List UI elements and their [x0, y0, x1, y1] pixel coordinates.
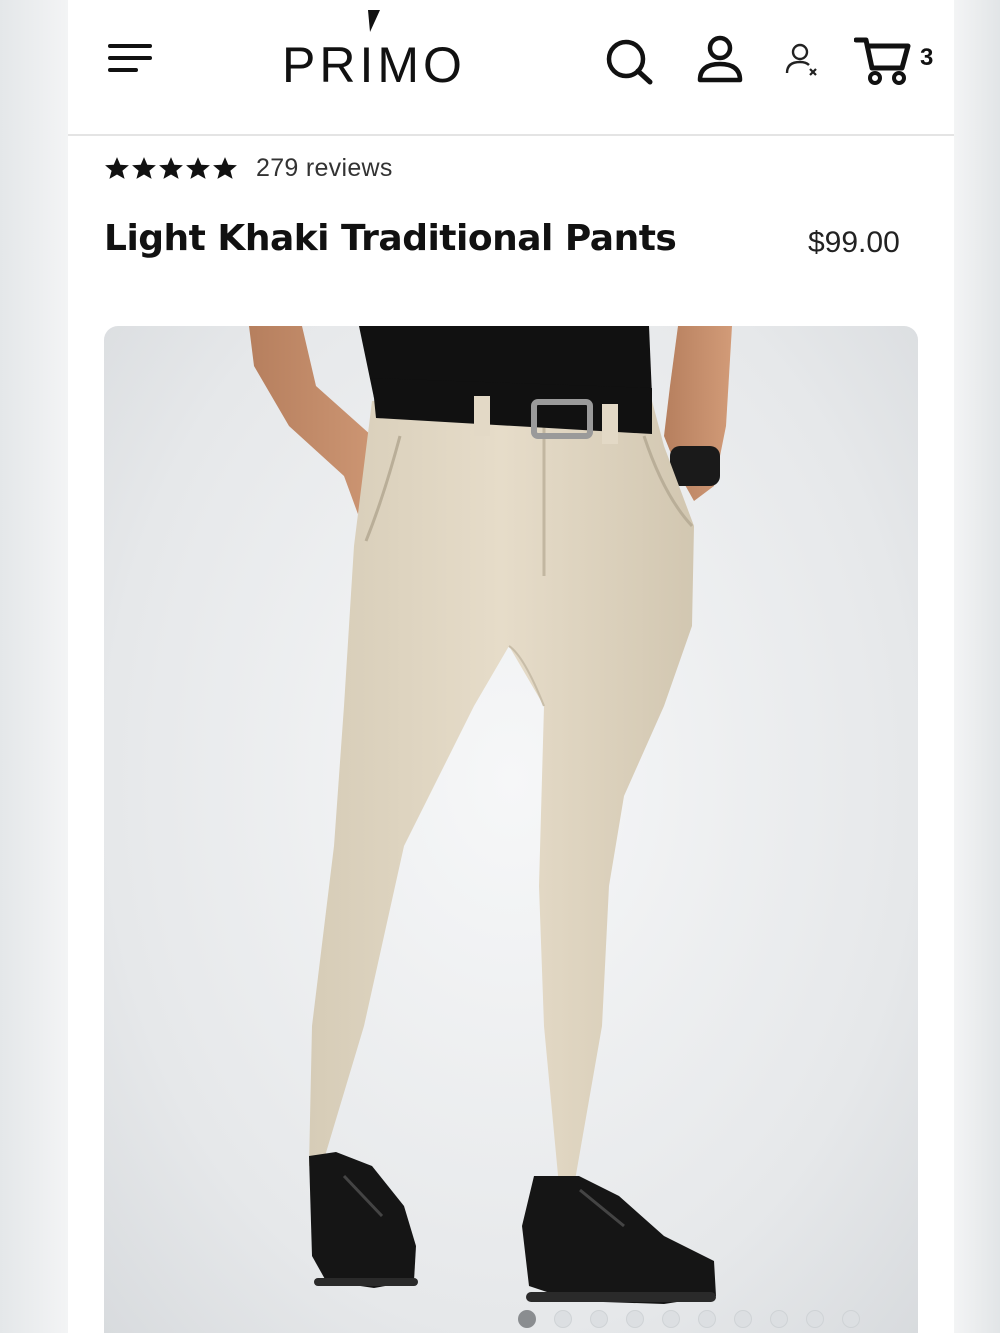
- product-title: Light Khaki Traditional Pants: [104, 218, 677, 259]
- cart-icon[interactable]: [853, 34, 914, 86]
- left-backdrop: [0, 0, 68, 1333]
- brand-logo-text: PRIMO: [282, 37, 466, 93]
- carousel-dot[interactable]: [518, 1310, 536, 1328]
- star-icon: [132, 157, 156, 179]
- carousel-pagination: [518, 1310, 860, 1328]
- carousel-dot[interactable]: [734, 1310, 752, 1328]
- carousel-dot[interactable]: [842, 1310, 860, 1328]
- carousel-dot[interactable]: [554, 1310, 572, 1328]
- star-icon: [159, 157, 183, 179]
- carousel-dot[interactable]: [626, 1310, 644, 1328]
- star-rating: [104, 156, 238, 180]
- search-icon[interactable]: [602, 36, 658, 86]
- star-icon: [213, 157, 237, 179]
- account-icon[interactable]: [694, 34, 746, 86]
- product-photo: [249, 326, 732, 1304]
- product-rating[interactable]: 279 reviews: [104, 150, 393, 186]
- star-icon: [186, 157, 210, 179]
- star-icon: [105, 157, 129, 179]
- cart-count-badge: 3: [920, 44, 934, 71]
- carousel-dot[interactable]: [662, 1310, 680, 1328]
- product-image-carousel[interactable]: [104, 326, 918, 1333]
- brand-logo[interactable]: PRIMO: [278, 4, 498, 94]
- site-header: PRIMO 3: [68, 0, 954, 136]
- carousel-dot[interactable]: [698, 1310, 716, 1328]
- right-backdrop: [954, 0, 1000, 1333]
- product-page: PRIMO 3 279 reviews Light Khaki Traditio…: [68, 0, 954, 1333]
- carousel-dot[interactable]: [806, 1310, 824, 1328]
- review-count[interactable]: 279 reviews: [256, 154, 393, 183]
- menu-icon[interactable]: [106, 38, 156, 82]
- carousel-dot[interactable]: [770, 1310, 788, 1328]
- user-x-icon[interactable]: [782, 40, 822, 80]
- product-price: $99.00: [808, 226, 900, 259]
- carousel-dot[interactable]: [590, 1310, 608, 1328]
